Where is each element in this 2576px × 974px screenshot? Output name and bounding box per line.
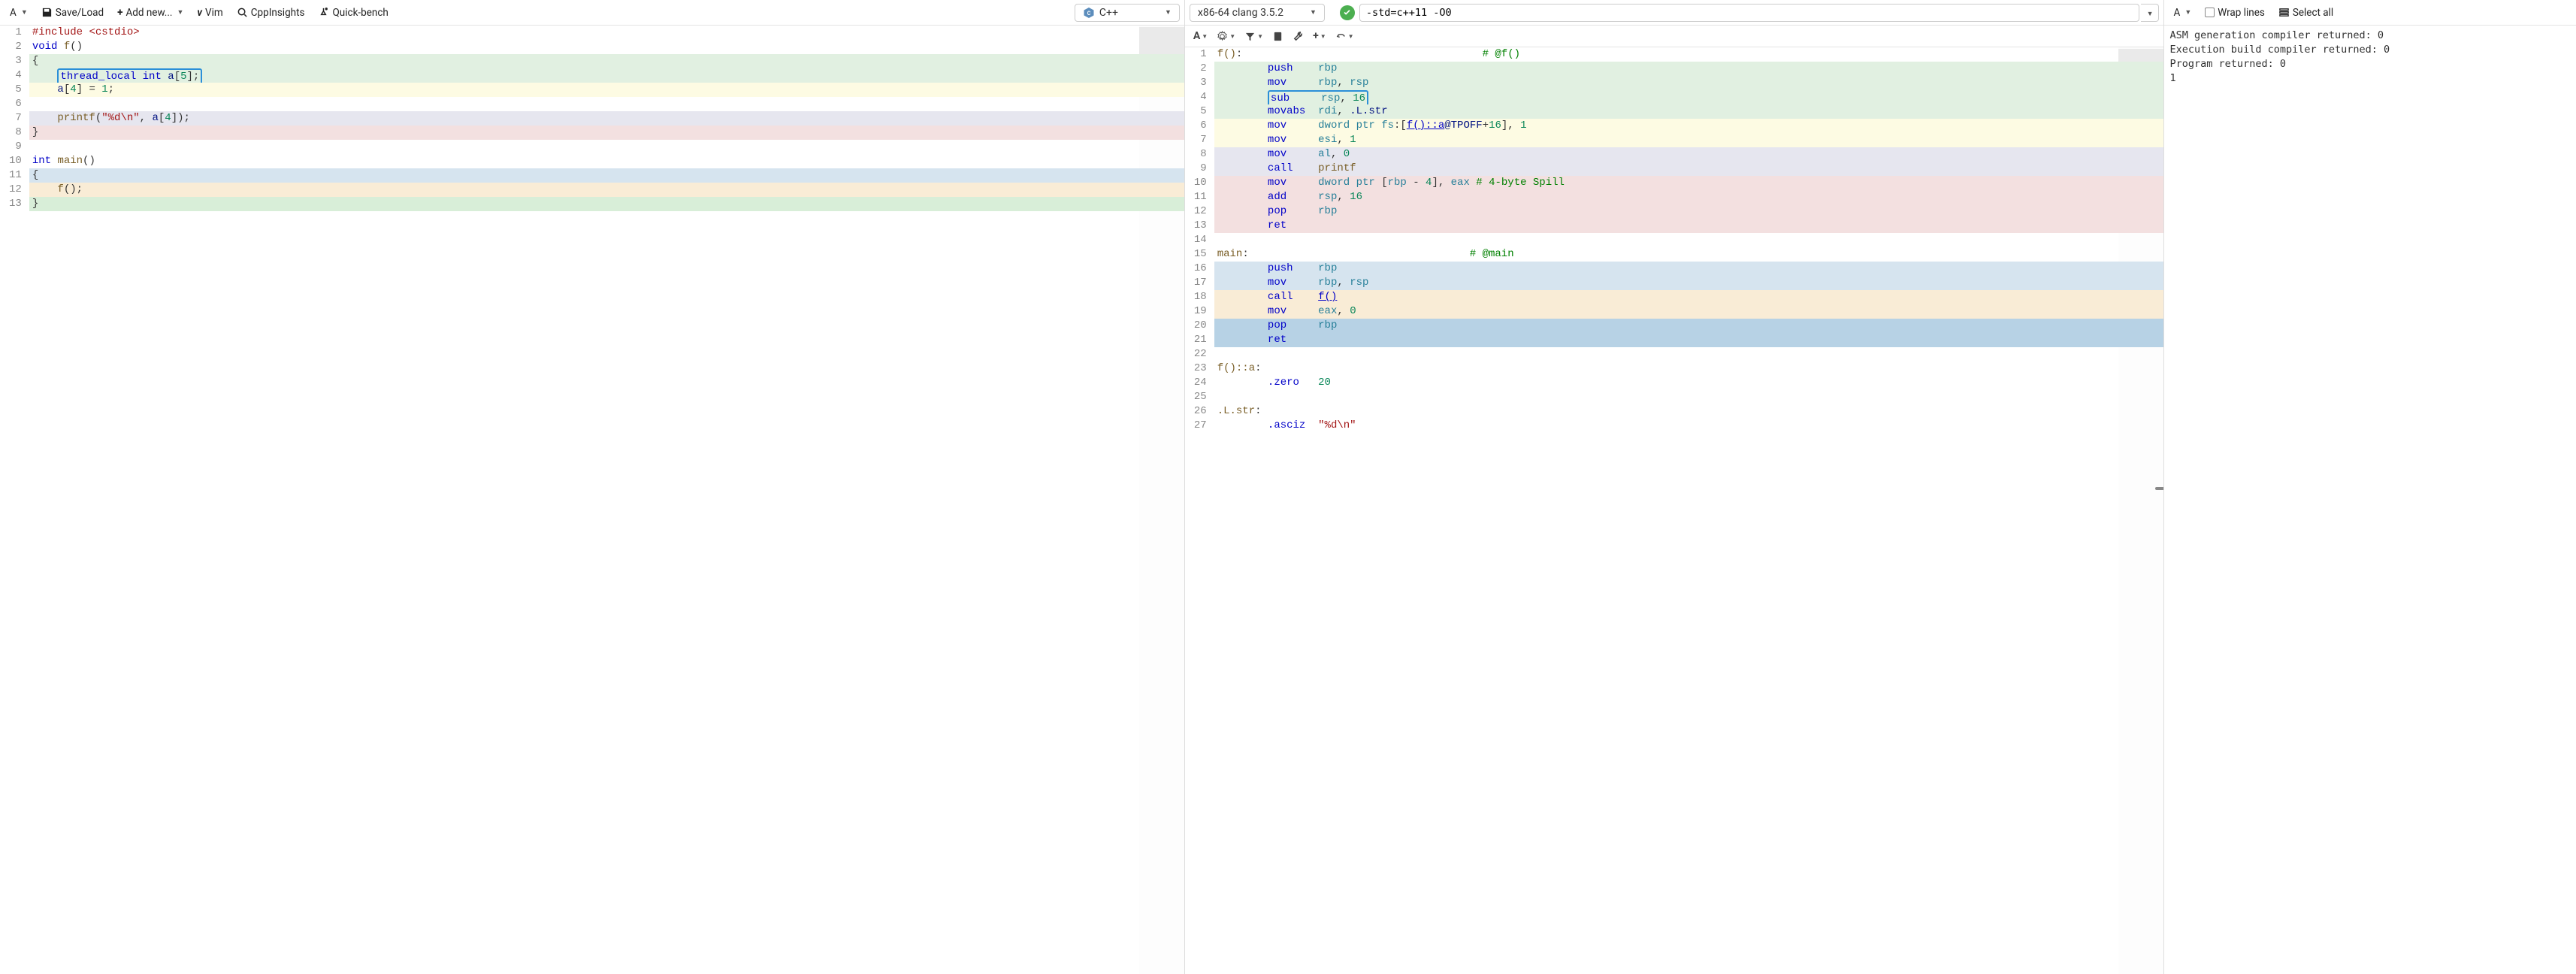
asm-line[interactable]: sub rsp, 16 — [1214, 90, 2163, 104]
bench-icon — [318, 7, 329, 18]
compiler-row: x86-64 clang 3.5.2▼ ▼ — [1185, 0, 2163, 26]
source-line[interactable]: } — [29, 126, 1184, 140]
source-toolbar: A▼ Save/Load + Add new...▼ v Vim CppInsi… — [0, 0, 1184, 26]
asm-gutter: 1234567891011121314151617181920212223242… — [1185, 47, 1214, 974]
asm-line[interactable]: pop rbp — [1214, 319, 2163, 333]
compiler-options-input[interactable] — [1359, 4, 2139, 22]
save-load-button[interactable]: Save/Load — [36, 5, 109, 21]
source-code[interactable]: #include <cstdio>void f(){ thread_local … — [29, 26, 1184, 974]
font-size-button[interactable]: A▼ — [5, 5, 33, 21]
source-line[interactable]: { — [29, 54, 1184, 68]
asm-line[interactable]: ret — [1214, 219, 2163, 233]
asm-line[interactable]: mov rbp, rsp — [1214, 76, 2163, 90]
filter-button[interactable]: ▼ — [1241, 29, 1267, 44]
vim-button[interactable]: v Vim — [192, 5, 228, 21]
language-select[interactable]: C C++ ▼ — [1075, 4, 1180, 22]
source-gutter: 12345678910111213 — [0, 26, 29, 974]
source-line[interactable]: } — [29, 197, 1184, 211]
book-icon — [1272, 31, 1283, 42]
source-line[interactable]: void f() — [29, 40, 1184, 54]
asm-line[interactable] — [1214, 233, 2163, 247]
overrides-icon — [1335, 31, 1347, 42]
asm-line[interactable]: add rsp, 16 — [1214, 190, 2163, 204]
asm-line[interactable]: mov rbp, rsp — [1214, 276, 2163, 290]
resize-handle[interactable] — [2155, 487, 2164, 490]
status-ok-icon[interactable] — [1340, 5, 1355, 20]
asm-line[interactable]: mov dword ptr fs:[f()::a@TPOFF+16], 1 — [1214, 119, 2163, 133]
source-line[interactable]: { — [29, 168, 1184, 183]
wrap-lines-checkbox[interactable]: Wrap lines — [2200, 5, 2270, 21]
source-line[interactable]: a[4] = 1; — [29, 83, 1184, 97]
source-line[interactable]: thread_local int a[5]; — [29, 68, 1184, 83]
magnify-icon — [237, 7, 248, 18]
asm-line[interactable] — [1214, 347, 2163, 361]
select-all-button[interactable]: Select all — [2273, 5, 2339, 21]
source-line[interactable] — [29, 97, 1184, 111]
options-dropdown[interactable]: ▼ — [2141, 4, 2159, 22]
tools-button[interactable] — [1289, 29, 1308, 44]
source-editor[interactable]: 12345678910111213 #include <cstdio>void … — [0, 26, 1184, 974]
gear-icon — [1217, 31, 1228, 42]
add-button[interactable]: +▼ — [1309, 28, 1330, 44]
font-size-button-output[interactable]: A▼ — [2169, 5, 2197, 21]
source-line[interactable] — [29, 140, 1184, 154]
output-pane: A▼ Wrap lines Select all ASM generation … — [2164, 0, 2576, 974]
asm-line[interactable] — [1214, 390, 2163, 404]
add-new-button[interactable]: + Add new...▼ — [112, 5, 189, 21]
popout-button[interactable] — [1329, 4, 1335, 22]
settings-button[interactable]: ▼ — [1213, 29, 1239, 44]
asm-line[interactable]: push rbp — [1214, 262, 2163, 276]
source-line[interactable]: f(); — [29, 183, 1184, 197]
compiler-select[interactable]: x86-64 clang 3.5.2▼ — [1190, 4, 1325, 22]
asm-editor[interactable]: 1234567891011121314151617181920212223242… — [1185, 47, 2163, 974]
asm-line[interactable]: mov esi, 1 — [1214, 133, 2163, 147]
source-line[interactable]: #include <cstdio> — [29, 26, 1184, 40]
asm-line[interactable]: ret — [1214, 333, 2163, 347]
asm-line[interactable]: push rbp — [1214, 62, 2163, 76]
asm-line[interactable]: mov dword ptr [rbp - 4], eax # 4-byte Sp… — [1214, 176, 2163, 190]
source-pane: A▼ Save/Load + Add new...▼ v Vim CppInsi… — [0, 0, 1185, 974]
asm-line[interactable]: main: # @main — [1214, 247, 2163, 262]
asm-line[interactable]: f(): # @f() — [1214, 47, 2163, 62]
source-line[interactable]: int main() — [29, 154, 1184, 168]
asm-line[interactable]: movabs rdi, .L.str — [1214, 104, 2163, 119]
asm-pane: x86-64 clang 3.5.2▼ ▼ A▼ ▼ ▼ — [1185, 0, 2164, 974]
asm-code[interactable]: f(): # @f() push rbp mov rbp, rsp sub rs… — [1214, 47, 2163, 974]
asm-line[interactable]: .L.str: — [1214, 404, 2163, 419]
selectall-icon — [2278, 7, 2290, 18]
font-size-button-asm[interactable]: A▼ — [1190, 28, 1211, 44]
asm-line[interactable]: .zero 20 — [1214, 376, 2163, 390]
asm-line[interactable]: f()::a: — [1214, 361, 2163, 376]
asm-line[interactable]: call printf — [1214, 162, 2163, 176]
asm-line[interactable]: .asciz "%d\n" — [1214, 419, 2163, 433]
output-toolbar: A▼ Wrap lines Select all — [2164, 0, 2576, 26]
cppinsights-button[interactable]: CppInsights — [231, 5, 310, 21]
filter-icon — [1244, 31, 1256, 42]
asm-line[interactable]: mov al, 0 — [1214, 147, 2163, 162]
cpp-icon: C — [1083, 7, 1095, 19]
asm-subtoolbar: A▼ ▼ ▼ +▼ ▼ — [1185, 26, 2163, 47]
wrench-icon — [1293, 31, 1304, 42]
quickbench-button[interactable]: Quick-bench — [313, 5, 393, 21]
asm-line[interactable]: mov eax, 0 — [1214, 304, 2163, 319]
overrides-button[interactable]: ▼ — [1332, 29, 1358, 44]
asm-line[interactable]: call f() — [1214, 290, 2163, 304]
asm-line[interactable]: pop rbp — [1214, 204, 2163, 219]
save-icon — [41, 7, 53, 18]
output-body[interactable]: ASM generation compiler returned: 0 Exec… — [2164, 26, 2576, 974]
libraries-button[interactable] — [1268, 29, 1287, 44]
source-line[interactable]: printf("%d\n", a[4]); — [29, 111, 1184, 126]
svg-text:C: C — [1087, 11, 1091, 17]
